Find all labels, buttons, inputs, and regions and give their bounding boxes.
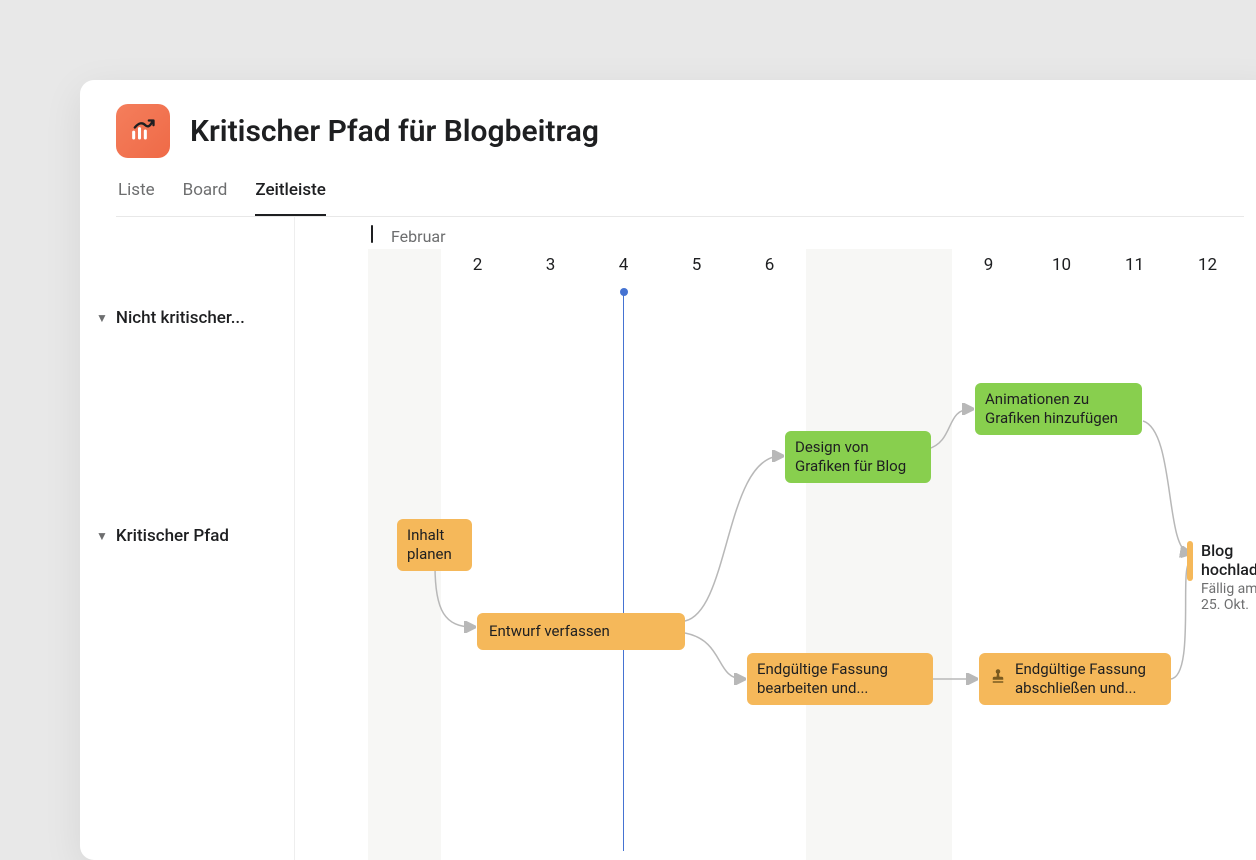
milestone-title: Blog hochladen xyxy=(1201,541,1256,579)
day-header: 2 xyxy=(441,249,514,291)
day-header: 13 xyxy=(1244,249,1256,291)
task-entwurf-verfassen[interactable]: Entwurf verfassen xyxy=(477,613,685,650)
header: Kritischer Pfad für Blogbeitrag Liste Bo… xyxy=(80,80,1256,217)
milestone-text: Blog hochladen Fällig am 25. Okt. xyxy=(1201,541,1256,613)
today-dot xyxy=(620,288,628,296)
month-row: Februar Heu xyxy=(295,217,1256,249)
timeline-grid[interactable]: Februar Heu 1 2 3 4 5 6 7 8 9 10 11 12 1… xyxy=(295,217,1256,860)
milestone-due: Fällig am 25. Okt. xyxy=(1201,581,1256,613)
task-label: Inhalt planen xyxy=(407,526,452,563)
chart-growth-icon xyxy=(129,117,157,145)
day-header: 6 xyxy=(733,249,806,291)
chevron-down-icon: ▼ xyxy=(96,529,108,543)
task-animationen[interactable]: Animationen zu Grafiken hinzufügen xyxy=(975,383,1142,435)
section-critical[interactable]: ▼ Kritischer Pfad xyxy=(80,516,294,556)
day-header: 3 xyxy=(514,249,587,291)
task-fassung-abschliessen[interactable]: Endgültige Fassung abschließen und... xyxy=(979,653,1171,705)
chart-body: Inhalt planen Entwurf verfassen Design v… xyxy=(295,291,1256,851)
task-label: Endgültige Fassung bearbeiten und... xyxy=(757,660,888,697)
day-header: 10 xyxy=(1025,249,1098,291)
month-tick xyxy=(371,225,373,243)
title-row: Kritischer Pfad für Blogbeitrag xyxy=(116,104,1244,158)
day-header: 12 xyxy=(1171,249,1244,291)
task-label: Animationen zu Grafiken hinzufügen xyxy=(985,390,1118,427)
app-window: Kritischer Pfad für Blogbeitrag Liste Bo… xyxy=(80,80,1256,860)
task-label: Endgültige Fassung abschließen und... xyxy=(1015,660,1161,698)
task-design-grafiken[interactable]: Design von Grafiken für Blog xyxy=(785,431,931,483)
tab-liste[interactable]: Liste xyxy=(118,180,155,216)
section-label: Nicht kritischer... xyxy=(116,308,245,328)
day-header: 4 xyxy=(587,249,660,291)
project-icon xyxy=(116,104,170,158)
milestone-bar-icon xyxy=(1187,541,1193,581)
section-noncritical[interactable]: ▼ Nicht kritischer... xyxy=(80,298,294,338)
page-title: Kritischer Pfad für Blogbeitrag xyxy=(190,114,599,149)
sidebar: ▼ Nicht kritischer... ▼ Kritischer Pfad xyxy=(80,217,295,860)
task-fassung-bearbeiten[interactable]: Endgültige Fassung bearbeiten und... xyxy=(747,653,933,705)
task-label: Design von Grafiken für Blog xyxy=(795,438,906,475)
month-label: Februar xyxy=(391,227,446,246)
today-line xyxy=(623,291,624,851)
timeline-area: ▼ Nicht kritischer... ▼ Kritischer Pfad … xyxy=(80,217,1256,860)
tabs: Liste Board Zeitleiste xyxy=(116,180,1244,217)
weekend-shade xyxy=(806,249,952,860)
day-header: 5 xyxy=(660,249,733,291)
task-label: Entwurf verfassen xyxy=(489,622,610,640)
day-header: 9 xyxy=(952,249,1025,291)
milestone-blog-hochladen[interactable]: Blog hochladen Fällig am 25. Okt. xyxy=(1187,541,1256,613)
task-inhalt-planen[interactable]: Inhalt planen xyxy=(397,519,472,571)
stamp-icon xyxy=(989,667,1007,690)
chevron-down-icon: ▼ xyxy=(96,311,108,325)
section-label: Kritischer Pfad xyxy=(116,526,229,546)
day-header: 11 xyxy=(1098,249,1171,291)
tab-zeitleiste[interactable]: Zeitleiste xyxy=(255,180,325,216)
tab-board[interactable]: Board xyxy=(183,180,228,216)
